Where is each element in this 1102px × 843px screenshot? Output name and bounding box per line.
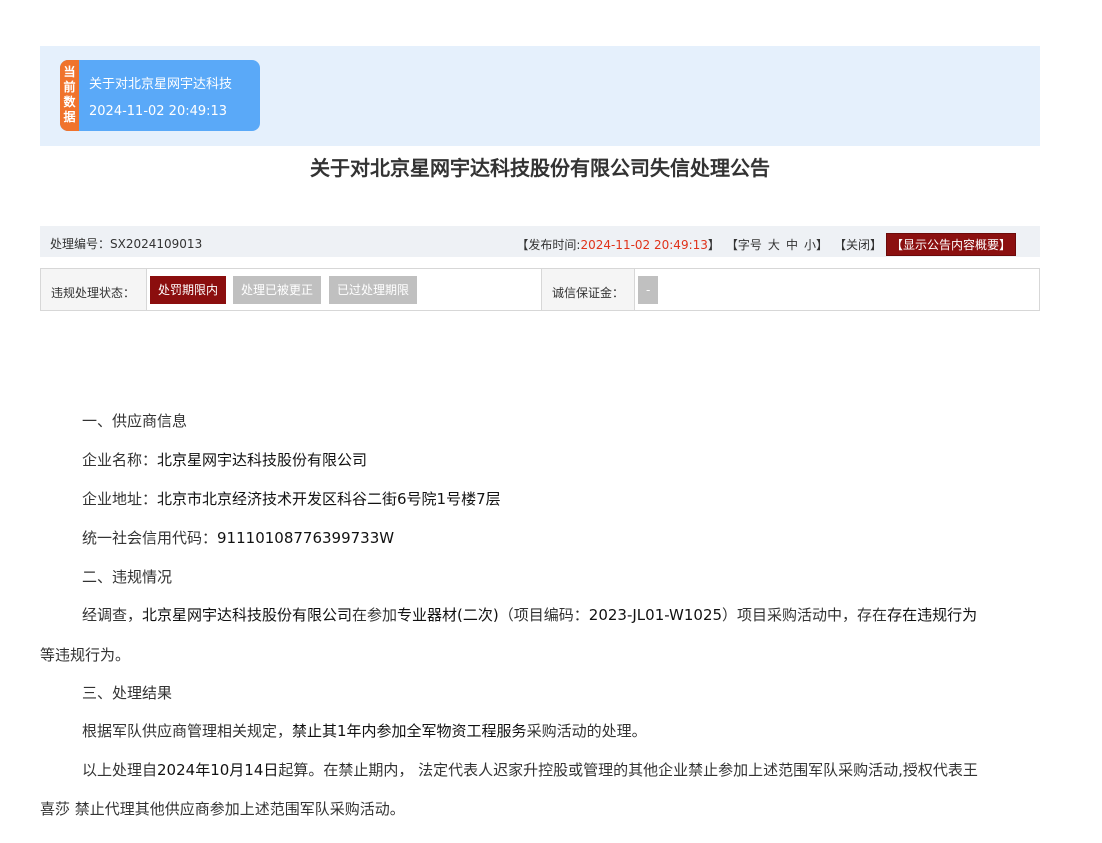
violation-status-label: 违规处理状态： — [41, 269, 146, 310]
deposit-value: - — [638, 276, 659, 304]
publish-label: 【发布时间: — [516, 238, 581, 252]
card-title: 关于对北京星网宇达科技 — [89, 77, 233, 92]
duration-paragraph: 以上处理自2024年10月14日起算。在禁止期内， 法定代表人迟家升控股或管理的… — [40, 759, 1040, 780]
violation-mid: 在参加 — [352, 606, 398, 624]
section-supplier-info: 一、供应商信息 — [82, 412, 188, 430]
status-option-expired[interactable]: 已过处理期限 — [329, 276, 418, 304]
violation-code: 2023-JL01-W1025 — [588, 606, 723, 624]
duration-date: 2024年10月14日 — [157, 761, 279, 779]
credit-code-value: 91110108776399733W — [217, 529, 395, 547]
close-link[interactable]: 【关闭】 — [834, 236, 882, 253]
section-violation: 二、违规情况 — [82, 568, 173, 586]
violation-code-end: ）项目采购活动中，存在 — [722, 606, 888, 624]
company-name-value: 北京星网宇达科技股份有限公司 — [157, 451, 368, 469]
result-suffix: 采购活动的处理。 — [526, 722, 647, 740]
company-address-value: 北京市北京经济技术开发区科谷二街6号院1号楼7层 — [157, 490, 501, 508]
violation-behavior: 存在违规行为 — [887, 606, 978, 624]
duration-prefix: 以上处理自 — [82, 761, 158, 779]
company-name-row: 企业名称：北京星网宇达科技股份有限公司 — [40, 449, 1040, 470]
company-address-label: 企业地址： — [82, 490, 158, 508]
font-small-link[interactable]: 小】 — [804, 236, 828, 253]
credit-code-row: 统一社会信用代码：91110108776399733W — [40, 527, 1040, 548]
status-option-corrected[interactable]: 处理已被更正 — [233, 276, 322, 304]
violation-code-label: （项目编码： — [498, 606, 589, 624]
duration-paragraph-line2: 喜莎 禁止代理其他供应商参加上述范围军队采购活动。 — [40, 800, 405, 818]
credit-code-label: 统一社会信用代码： — [82, 529, 218, 547]
violation-company: 北京星网宇达科技股份有限公司 — [142, 606, 353, 624]
show-summary-button[interactable]: 【显示公告内容概要】 — [885, 233, 1016, 256]
status-table: 违规处理状态： 处罚期限内 处理已被更正 已过处理期限 诚信保证金： - — [40, 268, 1040, 311]
font-size-label: 【字号 — [725, 238, 762, 252]
current-data-card[interactable]: 当前数据 关于对北京星网宇达科技 2024-11-02 20:49:13 — [60, 60, 260, 131]
publish-end: 】 — [707, 238, 720, 252]
result-ban: 禁止其1年内参加全军物资工程服务 — [292, 722, 527, 740]
violation-paragraph-line2: 等违规行为。 — [40, 646, 131, 664]
violation-prefix: 经调查， — [82, 606, 143, 624]
font-large-link[interactable]: 大 — [768, 236, 780, 253]
company-address-row: 企业地址：北京市北京经济技术开发区科谷二街6号院1号楼7层 — [40, 488, 1040, 509]
violation-paragraph: 经调查，北京星网宇达科技股份有限公司在参加专业器材(二次)（项目编码：2023-… — [40, 604, 1040, 625]
result-prefix: 根据军队供应商管理相关规定， — [82, 722, 293, 740]
status-option-in-penalty[interactable]: 处罚期限内 — [150, 276, 227, 304]
card-time: 2024-11-02 20:49:13 — [89, 104, 228, 119]
deposit-label: 诚信保证金： — [542, 269, 634, 310]
duration-mid: 起算。在禁止期内， 法定代表人迟家升控股或管理的其他企业禁止参加上述范围军队采购… — [278, 761, 978, 779]
info-actions: 【发布时间: 2024-11-02 20:49:13 】 【字号 大 中 小】 … — [516, 233, 1016, 256]
current-data-tag: 当前数据 — [60, 60, 79, 131]
violation-project: 专业器材(二次) — [397, 606, 499, 624]
section-result: 三、处理结果 — [82, 684, 173, 702]
info-bar: 处理编号：SX2024109013 【发布时间: 2024-11-02 20:4… — [40, 226, 1040, 257]
publish-time: 2024-11-02 20:49:13 — [580, 237, 708, 252]
company-name-label: 企业名称： — [82, 451, 158, 469]
serial-value: SX2024109013 — [110, 237, 203, 251]
serial-number: 处理编号：SX2024109013 — [50, 235, 202, 252]
result-paragraph: 根据军队供应商管理相关规定，禁止其1年内参加全军物资工程服务采购活动的处理。 — [40, 720, 1040, 741]
font-medium-link[interactable]: 中 — [786, 236, 798, 253]
current-data-banner: 当前数据 关于对北京星网宇达科技 2024-11-02 20:49:13 — [40, 46, 1040, 146]
page-title: 关于对北京星网宇达科技股份有限公司失信处理公告 — [310, 156, 770, 180]
serial-label: 处理编号： — [50, 237, 111, 251]
